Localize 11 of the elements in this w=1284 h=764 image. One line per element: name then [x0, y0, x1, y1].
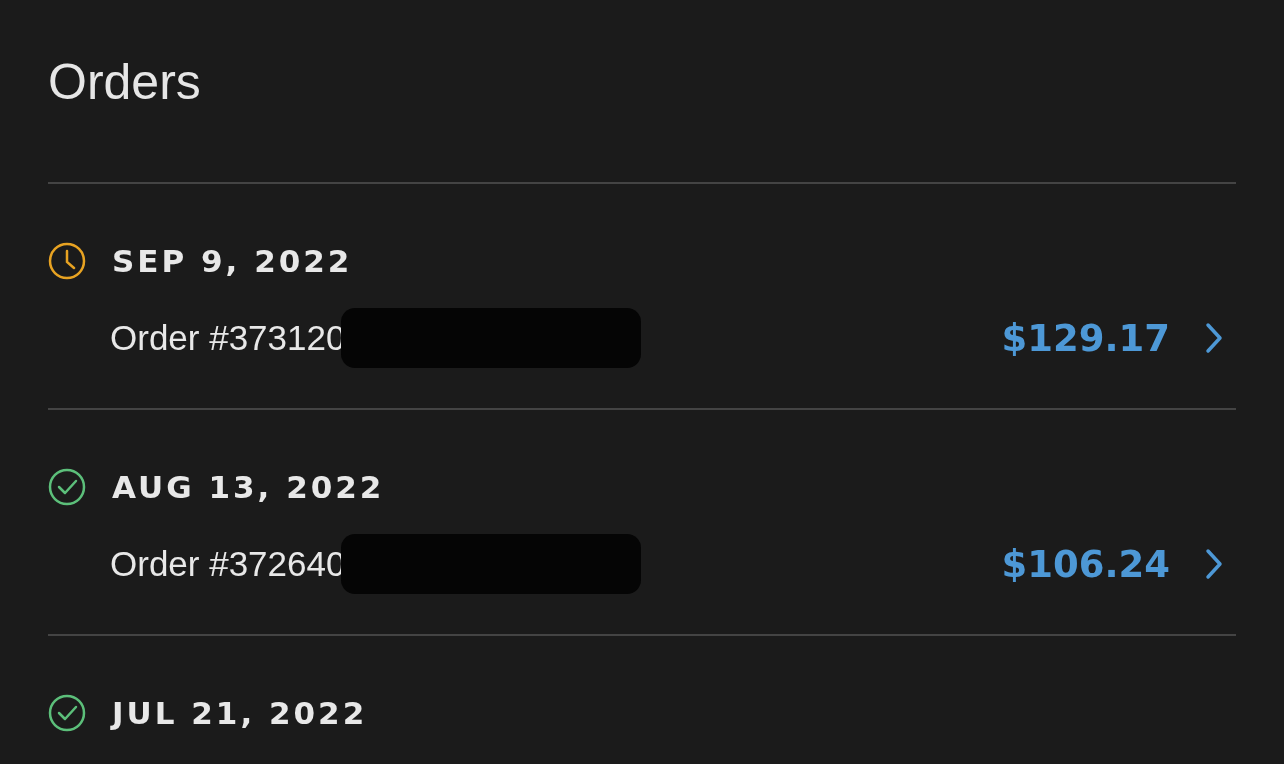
order-date: AUG 13, 2022 [112, 469, 385, 505]
check-circle-icon [48, 468, 86, 506]
clock-icon [48, 242, 86, 280]
order-amount: $106.24 [1001, 542, 1170, 586]
order-amount: $129.17 [1001, 316, 1170, 360]
page-title: Orders [48, 53, 202, 112]
check-circle-icon [48, 694, 86, 732]
order-date: JUL 21, 2022 [112, 695, 368, 731]
order-number: Order #372640 [110, 544, 346, 584]
order-number: Order #373120 [110, 318, 346, 358]
order-date: SEP 9, 2022 [112, 243, 353, 279]
